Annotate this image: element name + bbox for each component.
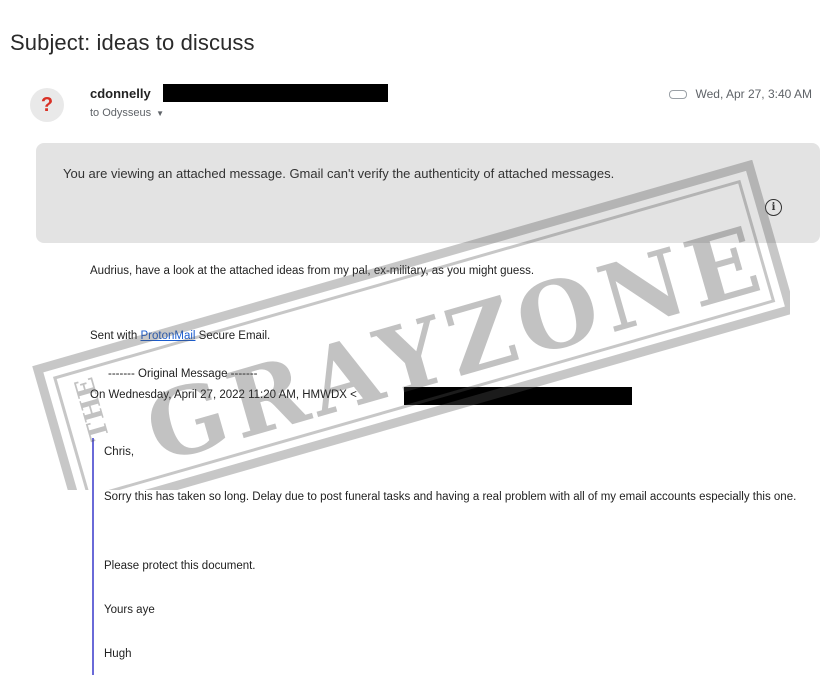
attachment-icon[interactable] [669,89,688,99]
email-subject: Subject: ideas to discuss [10,30,255,55]
watermark-the: THE [70,374,116,444]
quoted-paragraph: Please protect this document. [104,560,256,572]
watermark-text: GRAYZONE [135,204,777,483]
redaction-bar [163,84,388,102]
recipient-line[interactable]: to Odysseus ▼ [90,107,164,119]
sender-name[interactable]: cdonnelly [90,86,151,101]
quoted-greeting: Chris, [104,446,135,458]
email-date: Wed, Apr 27, 3:40 AM [695,87,812,101]
original-message-header: ------- Original Message ------- [108,368,258,380]
attachment-warning-banner: You are viewing an attached message. Gma… [36,143,820,243]
info-icon[interactable]: i [765,199,782,216]
quote-border [92,438,94,675]
sent-with-line: Sent with ProtonMail Secure Email. [90,330,270,342]
quoted-paragraph: Sorry this has taken so long. Delay due … [104,491,797,503]
unknown-sender-icon[interactable]: ? [30,88,64,122]
banner-text: You are viewing an attached message. Gma… [63,166,615,181]
sent-suffix: Secure Email. [195,330,271,342]
date-area: Wed, Apr 27, 3:40 AM [669,87,812,101]
avatar-glyph: ? [40,93,54,116]
recipient-label: to Odysseus [90,107,152,119]
quoted-name: Hugh [104,648,132,660]
redaction-bar [404,387,632,405]
chevron-down-icon[interactable]: ▼ [156,109,164,118]
intro-text: Audrius, have a look at the attached ide… [90,265,535,277]
quoted-signoff: Yours aye [104,604,155,616]
protonmail-link[interactable]: ProtonMail [141,330,196,342]
original-message-date: On Wednesday, April 27, 2022 11:20 AM, H… [90,389,357,401]
sent-prefix: Sent with [90,330,141,342]
